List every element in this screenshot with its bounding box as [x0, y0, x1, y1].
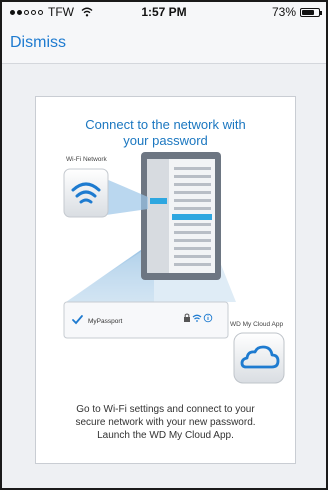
tablet-icon	[141, 152, 221, 280]
instruction-card: Connect to the network with your passwor…	[35, 96, 296, 464]
network-row-name: MyPassport	[88, 318, 123, 325]
battery-icon	[300, 7, 322, 17]
description-line1: Go to Wi-Fi settings and connect to your	[76, 404, 255, 415]
card-description: Go to Wi-Fi settings and connect to your…	[48, 403, 283, 442]
description-line3: Launch the WD My Cloud App.	[97, 430, 234, 441]
status-bar: TFW 1:57 PM 73%	[2, 2, 326, 22]
dismiss-button[interactable]: Dismiss	[10, 34, 66, 52]
wifi-network-icon	[63, 168, 109, 218]
navigation-bar: Dismiss	[2, 22, 326, 64]
battery-percent: 73%	[271, 5, 296, 19]
description-line2: secure network with your new password.	[75, 417, 256, 428]
cloud-app-icon	[233, 332, 285, 384]
status-right: 73%	[271, 5, 322, 19]
app-label: WD My Cloud App	[230, 321, 283, 328]
wifi-network-label: Wi-Fi Network	[66, 156, 108, 163]
phone-screen: TFW 1:57 PM 73% Dismiss Connect to the n…	[0, 0, 328, 490]
network-row: MyPassport	[63, 301, 229, 339]
battery-fill	[302, 9, 314, 15]
